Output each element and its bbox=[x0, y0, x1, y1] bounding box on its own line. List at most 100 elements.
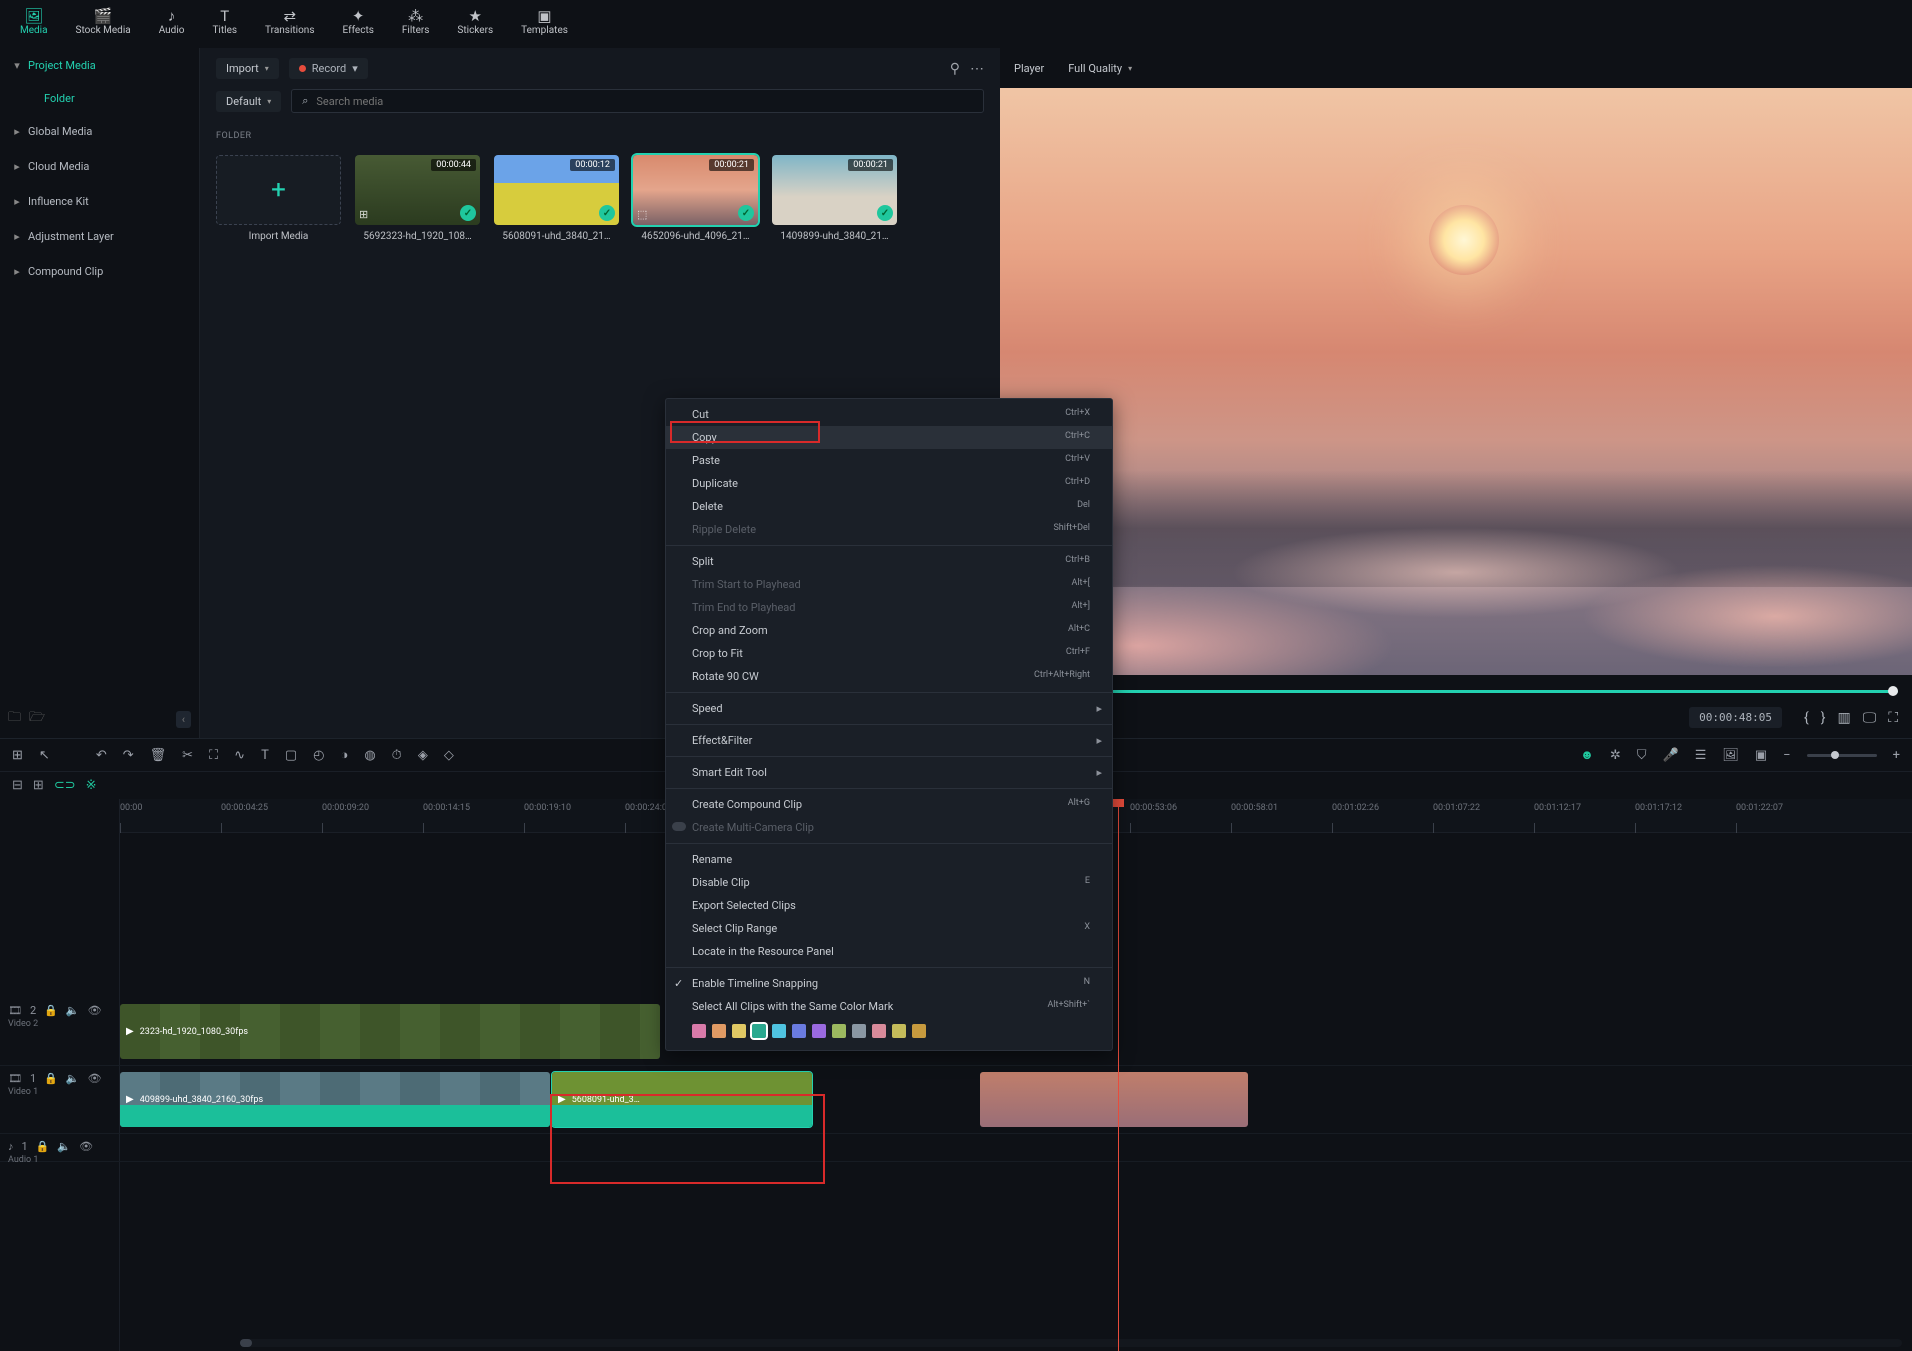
sort-dropdown[interactable]: Default ▾ bbox=[216, 91, 281, 112]
compare-icon[interactable]: ▥ bbox=[1837, 710, 1850, 726]
scrub-bar[interactable] bbox=[1014, 685, 1898, 697]
visible-icon[interactable]: 👁 bbox=[88, 1072, 102, 1085]
ctx-create-compound-clip[interactable]: Create Compound ClipAlt+G bbox=[666, 793, 1112, 816]
zoom-slider[interactable] bbox=[1807, 754, 1877, 757]
top-tab-transitions[interactable]: ⇄Transitions bbox=[251, 6, 328, 40]
ctx-speed[interactable]: Speed bbox=[666, 697, 1112, 720]
media-clip[interactable]: 00:00:21 ⬚ 4652096-uhd_4096_21… bbox=[633, 155, 758, 242]
media-clip[interactable]: 00:00:21 1409899-uhd_3840_21… bbox=[772, 155, 897, 242]
ctx-locate-in-the-resource-panel[interactable]: Locate in the Resource Panel bbox=[666, 940, 1112, 963]
quality-dropdown[interactable]: Full Quality ▾ bbox=[1058, 58, 1142, 79]
track-lane[interactable] bbox=[120, 1134, 1912, 1161]
tl-undo-icon[interactable]: ↶ bbox=[96, 748, 107, 763]
preview-viewport[interactable] bbox=[1000, 88, 1912, 675]
tl-key-icon[interactable]: ◈ bbox=[418, 748, 428, 763]
tl-timer-icon[interactable]: ⏱ bbox=[392, 748, 402, 763]
ctx-crop-to-fit[interactable]: Crop to FitCtrl+F bbox=[666, 642, 1112, 665]
top-tab-media[interactable]: 🖼Media bbox=[6, 6, 62, 40]
sidebar-item-project-media[interactable]: ▾Project Media bbox=[0, 48, 199, 83]
tl-ai-icon[interactable]: ☻ bbox=[1580, 747, 1594, 763]
lock-icon[interactable]: 🔒 bbox=[36, 1140, 50, 1153]
top-tab-stickers[interactable]: ★Stickers bbox=[443, 6, 507, 40]
top-tab-filters[interactable]: ⁂Filters bbox=[388, 6, 444, 40]
h-scroll-thumb[interactable] bbox=[240, 1339, 252, 1347]
filter-icon[interactable]: ⚲ bbox=[950, 61, 960, 77]
color-swatch[interactable] bbox=[792, 1024, 806, 1038]
visible-icon[interactable]: 👁 bbox=[88, 1004, 102, 1017]
tl-zoom-in-icon[interactable]: + bbox=[1893, 748, 1900, 763]
ctx-paste[interactable]: PasteCtrl+V bbox=[666, 449, 1112, 472]
ctx-select-all-clips-with-the-same-color-mark[interactable]: Select All Clips with the Same Color Mar… bbox=[666, 995, 1112, 1018]
tl-crop-icon[interactable]: ⛶ bbox=[209, 748, 218, 763]
tl-link-icon[interactable]: ⊂⊃ bbox=[54, 778, 76, 793]
color-swatch[interactable] bbox=[772, 1024, 786, 1038]
sidebar-item-compound-clip[interactable]: ▸Compound Clip bbox=[0, 254, 199, 289]
top-tab-templates[interactable]: ▣Templates bbox=[507, 6, 582, 40]
color-swatch[interactable] bbox=[852, 1024, 866, 1038]
sidebar-item-influence-kit[interactable]: ▸Influence Kit bbox=[0, 184, 199, 219]
ctx-rotate-90-cw[interactable]: Rotate 90 CWCtrl+Alt+Right bbox=[666, 665, 1112, 688]
tl-tag-icon[interactable]: ◇ bbox=[444, 748, 454, 763]
search-input[interactable] bbox=[316, 95, 973, 108]
tl-mode2-icon[interactable]: ⊞ bbox=[33, 778, 44, 793]
ctx-disable-clip[interactable]: Disable ClipE bbox=[666, 871, 1112, 894]
lock-icon[interactable]: 🔒 bbox=[44, 1004, 58, 1017]
sidebar-item-cloud-media[interactable]: ▸Cloud Media bbox=[0, 149, 199, 184]
more-icon[interactable]: ⋯ bbox=[970, 61, 984, 77]
tl-mic-icon[interactable]: 🎤 bbox=[1663, 748, 1679, 763]
tl-shield-icon[interactable]: ⛉ bbox=[1637, 748, 1647, 763]
media-thumb[interactable]: 00:00:44 ⊞ bbox=[355, 155, 480, 225]
tl-gear-icon[interactable]: ✲ bbox=[1610, 748, 1621, 763]
record-dropdown[interactable]: Record ▾ bbox=[289, 58, 368, 79]
color-swatch[interactable] bbox=[732, 1024, 746, 1038]
top-tab-stock-media[interactable]: 🎬Stock Media bbox=[62, 6, 145, 40]
mute-icon[interactable]: 🔈 bbox=[57, 1140, 71, 1153]
top-tab-audio[interactable]: ♪Audio bbox=[145, 6, 199, 40]
ctx-rename[interactable]: Rename bbox=[666, 848, 1112, 871]
tl-redo-icon[interactable]: ↷ bbox=[123, 748, 134, 763]
ctx-select-clip-range[interactable]: Select Clip RangeX bbox=[666, 917, 1112, 940]
display-icon[interactable]: 🖵 bbox=[1863, 710, 1877, 726]
sidebar-item-global-media[interactable]: ▸Global Media bbox=[0, 114, 199, 149]
clip-sunset[interactable] bbox=[980, 1072, 1248, 1127]
h-scrollbar[interactable] bbox=[240, 1339, 1902, 1347]
tl-mode1-icon[interactable]: ⊟ bbox=[12, 778, 23, 793]
ctx-enable-timeline-snapping[interactable]: ✓Enable Timeline SnappingN bbox=[666, 972, 1112, 995]
tl-magnet-icon[interactable]: ※ bbox=[86, 778, 97, 793]
ctx-delete[interactable]: DeleteDel bbox=[666, 495, 1112, 518]
tl-color-icon[interactable]: ◑ bbox=[340, 747, 348, 763]
ctx-smart-edit-tool[interactable]: Smart Edit Tool bbox=[666, 761, 1112, 784]
tl-zoom-out-icon[interactable]: − bbox=[1783, 748, 1790, 763]
color-swatch[interactable] bbox=[752, 1024, 766, 1038]
clip-field-selected[interactable]: ▶5608091-uhd_3… bbox=[552, 1072, 812, 1127]
tl-pointer-icon[interactable]: ↖ bbox=[39, 748, 50, 763]
ctx-cut[interactable]: CutCtrl+X bbox=[666, 403, 1112, 426]
media-thumb[interactable]: 00:00:21 ⬚ bbox=[633, 155, 758, 225]
sidebar-item-adjustment-layer[interactable]: ▸Adjustment Layer bbox=[0, 219, 199, 254]
media-thumb[interactable]: 00:00:21 bbox=[772, 155, 897, 225]
tl-chroma-icon[interactable]: ◍ bbox=[364, 748, 375, 763]
top-tab-effects[interactable]: ✦Effects bbox=[329, 6, 388, 40]
clip-forest[interactable]: ▶2323-hd_1920_1080_30fps bbox=[120, 1004, 660, 1059]
ctx-split[interactable]: SplitCtrl+B bbox=[666, 550, 1112, 573]
import-media-card[interactable]: + bbox=[216, 155, 341, 225]
sidebar-collapse-btn[interactable]: ‹ bbox=[176, 711, 191, 728]
tl-frame-icon[interactable]: ▣ bbox=[1755, 748, 1767, 763]
tl-trash-icon[interactable]: 🗑 bbox=[150, 748, 167, 763]
ctx-effect-filter[interactable]: Effect&Filter bbox=[666, 729, 1112, 752]
color-swatch[interactable] bbox=[912, 1024, 926, 1038]
import-dropdown[interactable]: Import ▾ bbox=[216, 58, 279, 79]
tl-cut-icon[interactable]: ✂ bbox=[182, 748, 193, 763]
media-thumb[interactable]: 00:00:12 bbox=[494, 155, 619, 225]
tl-audio-icon[interactable]: ∿ bbox=[234, 748, 245, 763]
mute-icon[interactable]: 🔈 bbox=[66, 1004, 80, 1017]
new-bin-icon[interactable]: 🗁 bbox=[29, 708, 45, 730]
tl-rect-icon[interactable]: ▢ bbox=[285, 748, 297, 763]
ctx-duplicate[interactable]: DuplicateCtrl+D bbox=[666, 472, 1112, 495]
color-swatch[interactable] bbox=[712, 1024, 726, 1038]
tl-speed-icon[interactable]: ◴ bbox=[313, 748, 324, 763]
track-lane[interactable]: ▶409899-uhd_3840_2160_30fps ▶5608091-uhd… bbox=[120, 1066, 1912, 1133]
top-tab-titles[interactable]: TTitles bbox=[198, 6, 251, 40]
tl-grid-icon[interactable]: ⊞ bbox=[12, 748, 23, 763]
lock-icon[interactable]: 🔒 bbox=[44, 1072, 58, 1085]
